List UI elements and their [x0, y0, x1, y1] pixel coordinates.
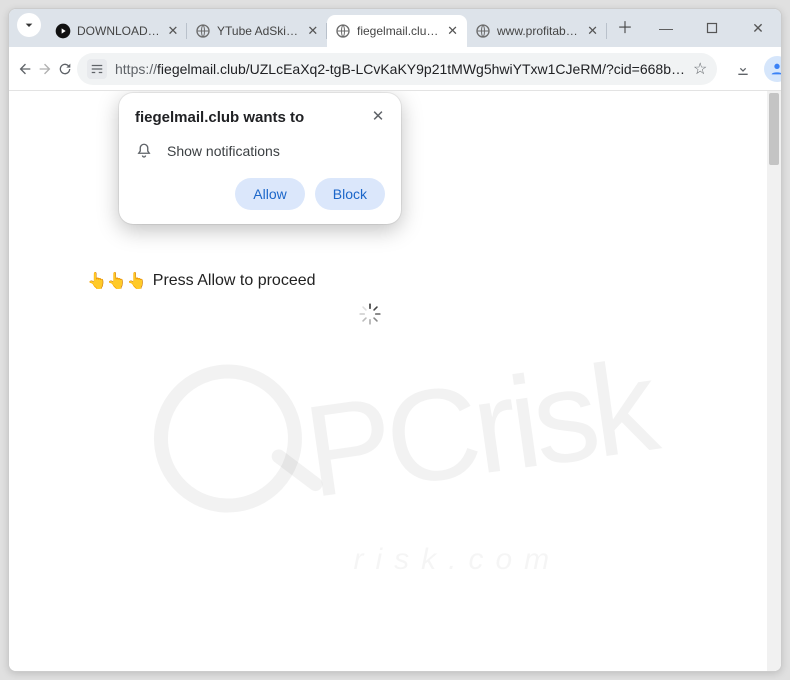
close-icon: ✕	[752, 20, 764, 37]
avatar-icon	[764, 56, 782, 82]
arrow-left-icon	[17, 61, 33, 77]
tab-label: fiegelmail.club/…	[357, 24, 440, 38]
close-icon: ✕	[372, 107, 385, 125]
toolbar: https://fiegelmail.club/UZLcEaXq2-tgB-LC…	[9, 47, 781, 91]
close-icon[interactable]: ✕	[586, 24, 599, 38]
browser-window: DOWNLOAD: P… ✕ YTube AdSkipp… ✕ fiegelma…	[8, 8, 782, 672]
tab-2-active[interactable]: fiegelmail.club/… ✕	[327, 15, 467, 47]
forward-button[interactable]	[37, 53, 53, 85]
block-button[interactable]: Block	[315, 178, 385, 210]
close-icon[interactable]: ✕	[307, 24, 319, 38]
page-message: 👆👆👆 Press Allow to proceed	[87, 271, 316, 291]
notification-permission-prompt: ✕ fiegelmail.club wants to Show notifica…	[119, 93, 401, 224]
tab-label: YTube AdSkipp…	[217, 24, 301, 38]
tab-0[interactable]: DOWNLOAD: P… ✕	[47, 15, 187, 47]
maximize-icon	[706, 22, 718, 34]
bookmark-star-icon[interactable]: ☆	[693, 59, 707, 79]
video-icon	[55, 23, 71, 39]
close-window-button[interactable]: ✕	[735, 9, 781, 47]
toolbar-right: ⋮	[727, 53, 782, 85]
prompt-permission-label: Show notifications	[167, 143, 280, 159]
url-scheme: https://	[115, 61, 157, 77]
chevron-down-icon	[21, 17, 37, 33]
tab-strip: DOWNLOAD: P… ✕ YTube AdSkipp… ✕ fiegelma…	[9, 9, 781, 47]
tab-3[interactable]: www.profitable… ✕	[467, 15, 607, 47]
watermark-sub: risk.com	[353, 543, 561, 577]
minimize-icon: —	[659, 20, 673, 36]
prompt-actions: Allow Block	[135, 178, 385, 210]
watermark: PCrisk	[129, 271, 660, 549]
window-controls: — ✕	[643, 9, 781, 47]
tab-1[interactable]: YTube AdSkipp… ✕	[187, 15, 327, 47]
prompt-title: fiegelmail.club wants to	[135, 109, 385, 126]
site-settings-icon[interactable]	[87, 59, 107, 79]
close-icon[interactable]: ✕	[446, 24, 459, 38]
address-bar[interactable]: https://fiegelmail.club/UZLcEaXq2-tgB-LC…	[77, 53, 717, 85]
allow-button[interactable]: Allow	[235, 178, 304, 210]
vertical-scrollbar[interactable]	[767, 91, 781, 671]
bell-icon	[135, 142, 153, 160]
prompt-permission-row: Show notifications	[135, 142, 385, 160]
page-message-text: Press Allow to proceed	[153, 272, 316, 290]
maximize-button[interactable]	[689, 9, 735, 47]
prompt-close-button[interactable]: ✕	[367, 105, 389, 127]
tab-label: DOWNLOAD: P…	[77, 24, 161, 38]
profile-button[interactable]	[761, 53, 782, 85]
minimize-button[interactable]: —	[643, 9, 689, 47]
close-icon[interactable]: ✕	[167, 24, 179, 38]
back-button[interactable]	[17, 53, 33, 85]
tab-search-button[interactable]	[17, 13, 41, 37]
reload-button[interactable]	[57, 53, 73, 85]
url-rest: fiegelmail.club/UZLcEaXq2-tgB-LCvKaKY9p2…	[157, 61, 685, 77]
globe-icon	[335, 23, 351, 39]
downloads-button[interactable]	[727, 53, 759, 85]
new-tab-button[interactable]: ＋	[611, 12, 639, 40]
arrow-right-icon	[37, 61, 53, 77]
reload-icon	[57, 61, 73, 77]
tab-label: www.profitable…	[497, 24, 580, 38]
globe-icon	[475, 23, 491, 39]
download-icon	[735, 61, 751, 77]
pointing-hand-emoji: 👆👆👆	[87, 271, 147, 291]
globe-icon	[195, 23, 211, 39]
loading-spinner-icon	[357, 301, 383, 327]
scrollbar-thumb[interactable]	[769, 93, 779, 165]
url-text: https://fiegelmail.club/UZLcEaXq2-tgB-LC…	[115, 61, 685, 77]
page-viewport: PCrisk risk.com 👆👆👆 Press Allow to proce…	[9, 91, 781, 671]
